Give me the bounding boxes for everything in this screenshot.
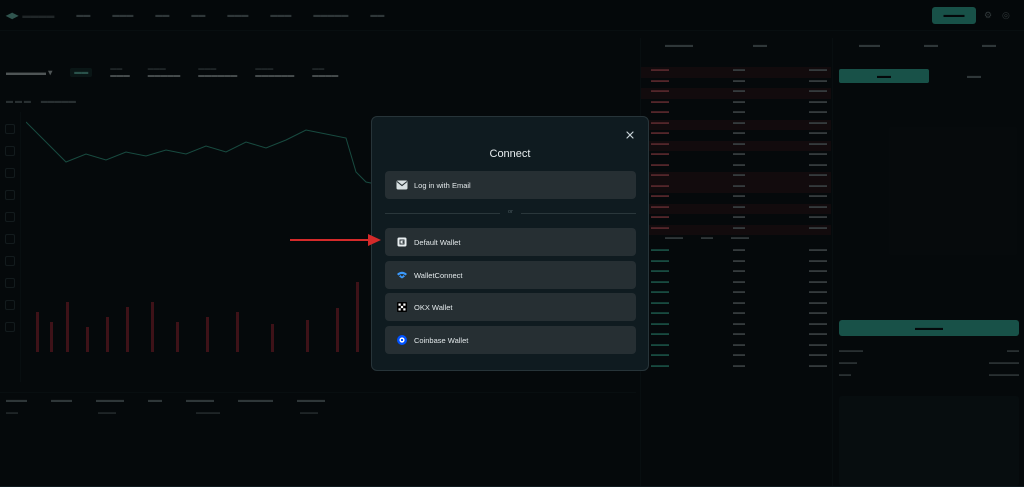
login-email-label: Log in with Email	[414, 180, 471, 190]
close-icon[interactable]	[625, 130, 635, 140]
okx-wallet-label: OKX Wallet	[414, 302, 453, 312]
connect-modal: Connect Log in with Email or Default Wal…	[371, 116, 649, 371]
modal-title: Connect	[489, 148, 531, 160]
coinbase-wallet-button[interactable]: Coinbase Wallet	[385, 326, 636, 354]
login-email-button[interactable]: Log in with Email	[385, 171, 636, 199]
walletconnect-icon	[396, 269, 408, 281]
annotation-arrow	[290, 234, 381, 246]
walletconnect-label: WalletConnect	[414, 270, 463, 280]
coinbase-wallet-label: Coinbase Wallet	[414, 335, 469, 345]
or-divider: or	[385, 209, 636, 215]
wallet-icon	[396, 236, 408, 248]
okx-wallet-button[interactable]: OKX Wallet	[385, 293, 636, 321]
coinbase-icon	[396, 334, 408, 346]
default-wallet-label: Default Wallet	[414, 237, 461, 247]
email-icon	[396, 179, 408, 191]
walletconnect-button[interactable]: WalletConnect	[385, 261, 636, 289]
or-text: or	[508, 209, 513, 215]
default-wallet-button[interactable]: Default Wallet	[385, 228, 636, 256]
okx-icon	[396, 301, 408, 313]
